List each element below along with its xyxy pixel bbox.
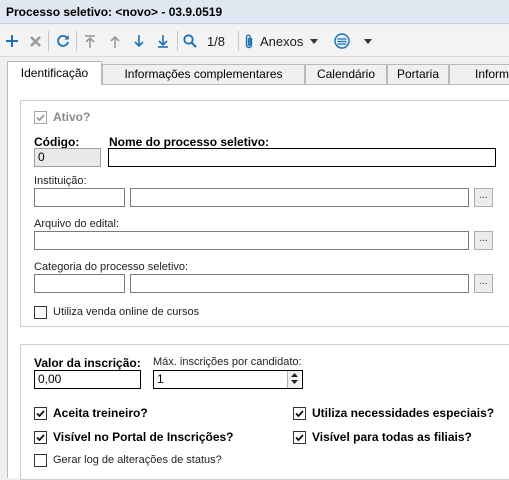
tab-informacoes-complementares[interactable]: Informações complementares — [102, 64, 305, 85]
venda-online-checkbox[interactable] — [34, 306, 47, 319]
aceita-treineiro-checkbox[interactable] — [34, 407, 47, 420]
visivel-portal-label: Visível no Portal de Inscrições? — [53, 430, 234, 444]
refresh-icon[interactable] — [53, 25, 73, 57]
search-icon[interactable] — [180, 25, 200, 57]
tab-portaria[interactable]: Portaria — [387, 64, 449, 85]
categoria-label: Categoria do processo seletivo: — [34, 261, 189, 273]
list-icon — [334, 33, 350, 49]
instituicao-browse-button[interactable]: ... — [474, 188, 493, 207]
categoria-browse-button[interactable]: ... — [474, 274, 493, 293]
categoria-name-field[interactable] — [130, 274, 469, 293]
next-record-icon[interactable] — [129, 25, 149, 57]
codigo-label: Código: — [34, 135, 80, 149]
codigo-field[interactable]: 0 — [34, 148, 101, 167]
visivel-filiais-label: Visível para todas as filiais? — [312, 430, 472, 444]
instituicao-label: Instituição: — [34, 175, 87, 187]
arquivo-edital-label: Arquivo do edital: — [34, 218, 119, 230]
aceita-treineiro-label: Aceita treineiro? — [53, 406, 148, 420]
previous-record-icon[interactable] — [105, 25, 125, 57]
max-inscricoes-label: Máx. inscrições por candidato: — [153, 356, 302, 368]
tab-calendario[interactable]: Calendário — [305, 64, 387, 85]
max-inscricoes-field[interactable]: 1 — [153, 370, 303, 389]
attachments-button[interactable]: Anexos — [244, 25, 324, 57]
stepper-down-icon[interactable] — [288, 378, 300, 385]
more-actions-button[interactable] — [334, 25, 379, 57]
ativo-label: Ativo? — [53, 110, 91, 124]
quantity-stepper[interactable] — [287, 371, 300, 388]
nome-label: Nome do processo seletivo: — [109, 135, 270, 149]
chevron-down-icon — [310, 38, 319, 44]
gerar-log-checkbox[interactable] — [34, 454, 47, 467]
window-title: Processo seletivo: <novo> - 03.9.0519 — [0, 0, 509, 24]
toolbar: 1/8 Anexos — [0, 25, 509, 57]
delete-icon[interactable] — [25, 25, 45, 57]
last-record-icon[interactable] — [153, 25, 173, 57]
necessidades-especiais-checkbox[interactable] — [293, 407, 306, 420]
first-record-icon[interactable] — [80, 25, 100, 57]
tab-informa[interactable]: Informa — [449, 64, 509, 85]
stepper-up-icon[interactable] — [288, 371, 300, 378]
instituicao-name-field[interactable] — [130, 188, 469, 207]
gerar-log-label: Gerar log de alterações de status? — [53, 454, 222, 466]
chevron-down-icon — [364, 38, 372, 44]
ativo-checkbox[interactable] — [34, 111, 47, 124]
tab-strip: Identificação Informações complementares… — [0, 58, 509, 85]
attachments-label: Anexos — [260, 33, 304, 49]
visivel-portal-checkbox[interactable] — [34, 431, 47, 444]
paperclip-icon — [244, 34, 254, 49]
max-inscricoes-value: 1 — [157, 372, 164, 386]
tab-content: Ativo? Código: 0 Nome do processo seleti… — [7, 84, 509, 480]
inscricao-section: Valor da inscrição: 0,00 Máx. inscrições… — [20, 344, 509, 480]
arquivo-edital-field[interactable] — [34, 231, 469, 250]
general-section: Ativo? Código: 0 Nome do processo seleti… — [20, 100, 509, 327]
arquivo-edital-browse-button[interactable]: ... — [474, 231, 493, 250]
instituicao-code-field[interactable] — [34, 188, 125, 207]
tab-identificacao[interactable]: Identificação — [7, 61, 102, 85]
valor-inscricao-label: Valor da inscrição: — [34, 356, 141, 370]
add-icon[interactable] — [2, 25, 22, 57]
necessidades-especiais-label: Utiliza necessidades especiais? — [312, 406, 495, 420]
visivel-filiais-checkbox[interactable] — [293, 431, 306, 444]
valor-inscricao-field[interactable]: 0,00 — [34, 370, 141, 389]
categoria-code-field[interactable] — [34, 274, 125, 293]
record-position: 1/8 — [206, 33, 226, 49]
nome-field[interactable] — [108, 148, 496, 167]
venda-online-label: Utiliza venda online de cursos — [53, 306, 200, 318]
